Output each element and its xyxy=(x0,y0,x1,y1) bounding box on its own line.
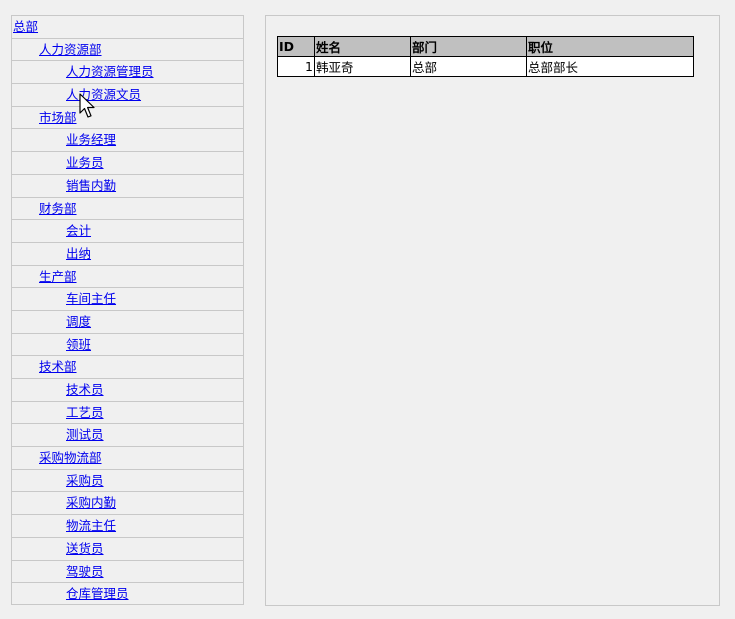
tree-item-link[interactable]: 人力资源管理员 xyxy=(66,64,154,79)
org-tree: 总部 人力资源部人力资源管理员 人力资源文员市场部业务经理业务员销售内勤财务部会计出… xyxy=(11,15,244,605)
tree-item: 工艺员 xyxy=(12,402,243,425)
tree-item: 送货员 xyxy=(12,538,243,561)
tree-item: 业务经理 xyxy=(12,129,243,153)
tree-item-link[interactable]: 人力资源部 xyxy=(39,42,102,57)
tree-item: 采购员 xyxy=(12,470,243,493)
tree-item: 车间主任 xyxy=(12,288,243,311)
tree-item: 人力资源文员 xyxy=(12,84,243,107)
tree-item-link[interactable]: 会计 xyxy=(66,223,91,238)
tree-item: 测试员 xyxy=(12,424,243,448)
tree-item: 技术员 xyxy=(12,379,243,402)
tree-item: 技术部 xyxy=(12,356,243,379)
tree-item: 销售内勤 xyxy=(12,175,243,198)
tree-item: 驾驶员 xyxy=(12,561,243,584)
tree-item: 业务员 xyxy=(12,152,243,175)
tree-item: 采购物流部 xyxy=(12,447,243,470)
tree-item-link[interactable]: 生产部 xyxy=(39,269,77,284)
tree-item: 总部 xyxy=(12,16,243,39)
tree-item-link[interactable]: 测试员 xyxy=(66,427,104,442)
employee-grid: ID 姓名 部门 职位 1 韩亚奇 总部 总部部长 xyxy=(277,36,694,77)
cell-name[interactable]: 韩亚奇 xyxy=(314,56,411,77)
tree-item: 出纳 xyxy=(12,243,243,266)
tree-item: 人力资源部 xyxy=(12,39,243,62)
tree-item-link[interactable]: 调度 xyxy=(66,314,91,329)
tree-item: 会计 xyxy=(12,220,243,243)
tree-item: 领班 xyxy=(12,334,243,357)
cell-position[interactable]: 总部部长 xyxy=(526,56,694,77)
mouse-pointer-icon xyxy=(79,93,95,118)
tree-item-link[interactable]: 业务经理 xyxy=(66,132,116,147)
tree-item: 市场部 xyxy=(12,107,243,130)
tree-item-link[interactable]: 送货员 xyxy=(66,541,104,556)
tree-item-link[interactable]: 财务部 xyxy=(39,201,77,216)
column-header-position[interactable]: 职位 xyxy=(526,36,694,57)
table-row[interactable]: 1 韩亚奇 总部 总部部长 xyxy=(277,56,694,77)
tree-item-link[interactable]: 销售内勤 xyxy=(66,178,116,193)
tree-item-link[interactable]: 工艺员 xyxy=(66,405,104,420)
tree-item-link[interactable]: 仓库管理员 xyxy=(66,586,129,601)
detail-panel: ID 姓名 部门 职位 1 韩亚奇 总部 总部部长 xyxy=(265,15,720,606)
tree-item-link[interactable]: 领班 xyxy=(66,337,91,352)
tree-item: 财务部 xyxy=(12,198,243,221)
grid-header-row: ID 姓名 部门 职位 xyxy=(277,36,694,57)
cell-dept[interactable]: 总部 xyxy=(410,56,527,77)
tree-item: 生产部 xyxy=(12,266,243,289)
tree-item-link[interactable]: 市场部 xyxy=(39,110,77,125)
tree-item-link[interactable]: 物流主任 xyxy=(66,518,116,533)
tree-item: 采购内勤 xyxy=(12,492,243,516)
tree-item-link[interactable]: 总部 xyxy=(13,19,38,34)
tree-item: 人力资源管理员 xyxy=(12,61,243,85)
tree-item-link[interactable]: 车间主任 xyxy=(66,291,116,306)
tree-item-link[interactable]: 人力资源文员 xyxy=(66,87,141,102)
tree-item: 物流主任 xyxy=(12,515,243,538)
tree-item: 仓库管理员 xyxy=(12,583,243,604)
column-header-dept[interactable]: 部门 xyxy=(410,36,527,57)
tree-item-link[interactable]: 技术部 xyxy=(39,359,77,374)
cell-id[interactable]: 1 xyxy=(277,56,315,77)
tree-item-link[interactable]: 采购物流部 xyxy=(39,450,102,465)
tree-item-link[interactable]: 采购内勤 xyxy=(66,495,116,510)
tree-item-link[interactable]: 业务员 xyxy=(66,155,104,170)
tree-item-link[interactable]: 出纳 xyxy=(66,246,91,261)
tree-item: 调度 xyxy=(12,311,243,334)
tree-item-link[interactable]: 采购员 xyxy=(66,473,104,488)
tree-item-link[interactable]: 技术员 xyxy=(66,382,104,397)
column-header-id[interactable]: ID xyxy=(277,36,315,57)
column-header-name[interactable]: 姓名 xyxy=(314,36,411,57)
tree-item-link[interactable]: 驾驶员 xyxy=(66,564,104,579)
